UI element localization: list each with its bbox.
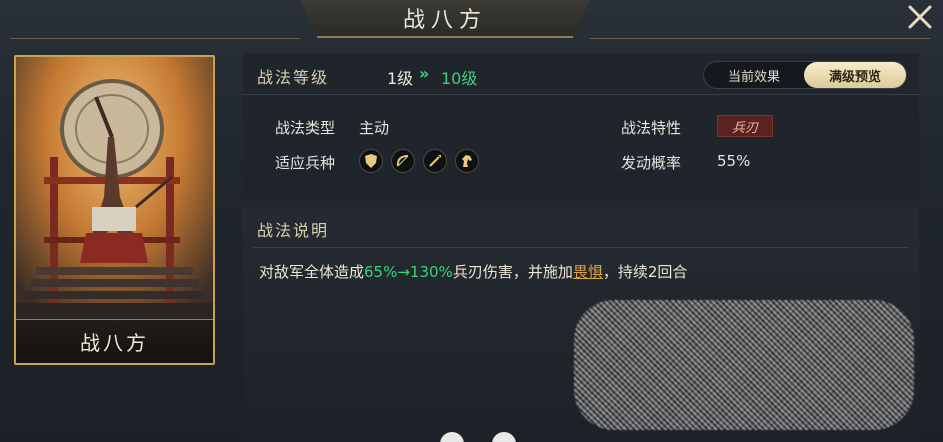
activation-chance-label: 发动概率 xyxy=(621,154,682,172)
status-fear-link[interactable]: 畏惧 xyxy=(573,263,603,281)
description-text: 对敌军全体造成65%→130%兵刃伤害，并施加畏惧，持续2回合 xyxy=(259,261,687,282)
level-current: 1级 xyxy=(387,69,414,88)
bottom-indicators xyxy=(440,432,516,442)
shield-icon xyxy=(359,149,383,173)
description-divider xyxy=(253,247,909,248)
description-middle: 兵刃伤害，并施加 xyxy=(452,263,573,281)
title-divider-right xyxy=(590,38,930,39)
close-button[interactable] xyxy=(905,2,935,32)
skill-trait-label: 战法特性 xyxy=(621,119,682,137)
title-banner: 战八方 xyxy=(300,0,590,38)
page-title: 战八方 xyxy=(402,8,487,33)
description-suffix: ，持续2回合 xyxy=(602,263,688,281)
max-level-preview-tab[interactable]: 满级预览 xyxy=(804,62,906,88)
indicator-dot xyxy=(440,432,464,442)
effect-toggle: 当前效果 满级预览 xyxy=(703,61,907,89)
warrior-drum-illustration xyxy=(16,57,213,363)
close-icon xyxy=(908,5,932,29)
description-prefix: 对敌军全体造成 xyxy=(259,263,365,281)
skill-type-value: 主动 xyxy=(359,119,390,137)
indicator-dot xyxy=(492,432,516,442)
card-name-bar: 战八方 xyxy=(16,319,213,363)
current-effect-tab[interactable]: 当前效果 xyxy=(704,62,804,88)
description-title: 战法说明 xyxy=(257,221,330,240)
card-name: 战八方 xyxy=(80,331,149,355)
level-max: 10级 xyxy=(441,69,478,88)
spear-icon xyxy=(423,149,447,173)
horse-icon xyxy=(455,149,479,173)
damage-range: 65%→130% xyxy=(364,263,453,281)
bow-icon xyxy=(391,149,415,173)
activation-chance-value: 55% xyxy=(717,152,751,170)
skill-card: 战八方 xyxy=(14,55,215,365)
unit-icon-list xyxy=(359,149,479,173)
obscured-region xyxy=(574,300,914,430)
level-row: 战法等级 1级 » 10级 当前效果 满级预览 xyxy=(243,53,919,95)
skill-trait-badge: 兵刃 xyxy=(717,115,773,137)
double-chevron-right-icon: » xyxy=(419,64,430,83)
title-divider-left xyxy=(10,38,300,39)
level-label: 战法等级 xyxy=(257,68,330,87)
skill-type-label: 战法类型 xyxy=(275,119,336,137)
units-label: 适应兵种 xyxy=(275,154,336,172)
skill-info-panel: 战法等级 1级 » 10级 当前效果 满级预览 战法类型 主动 战法特性 兵刃 … xyxy=(243,53,919,199)
